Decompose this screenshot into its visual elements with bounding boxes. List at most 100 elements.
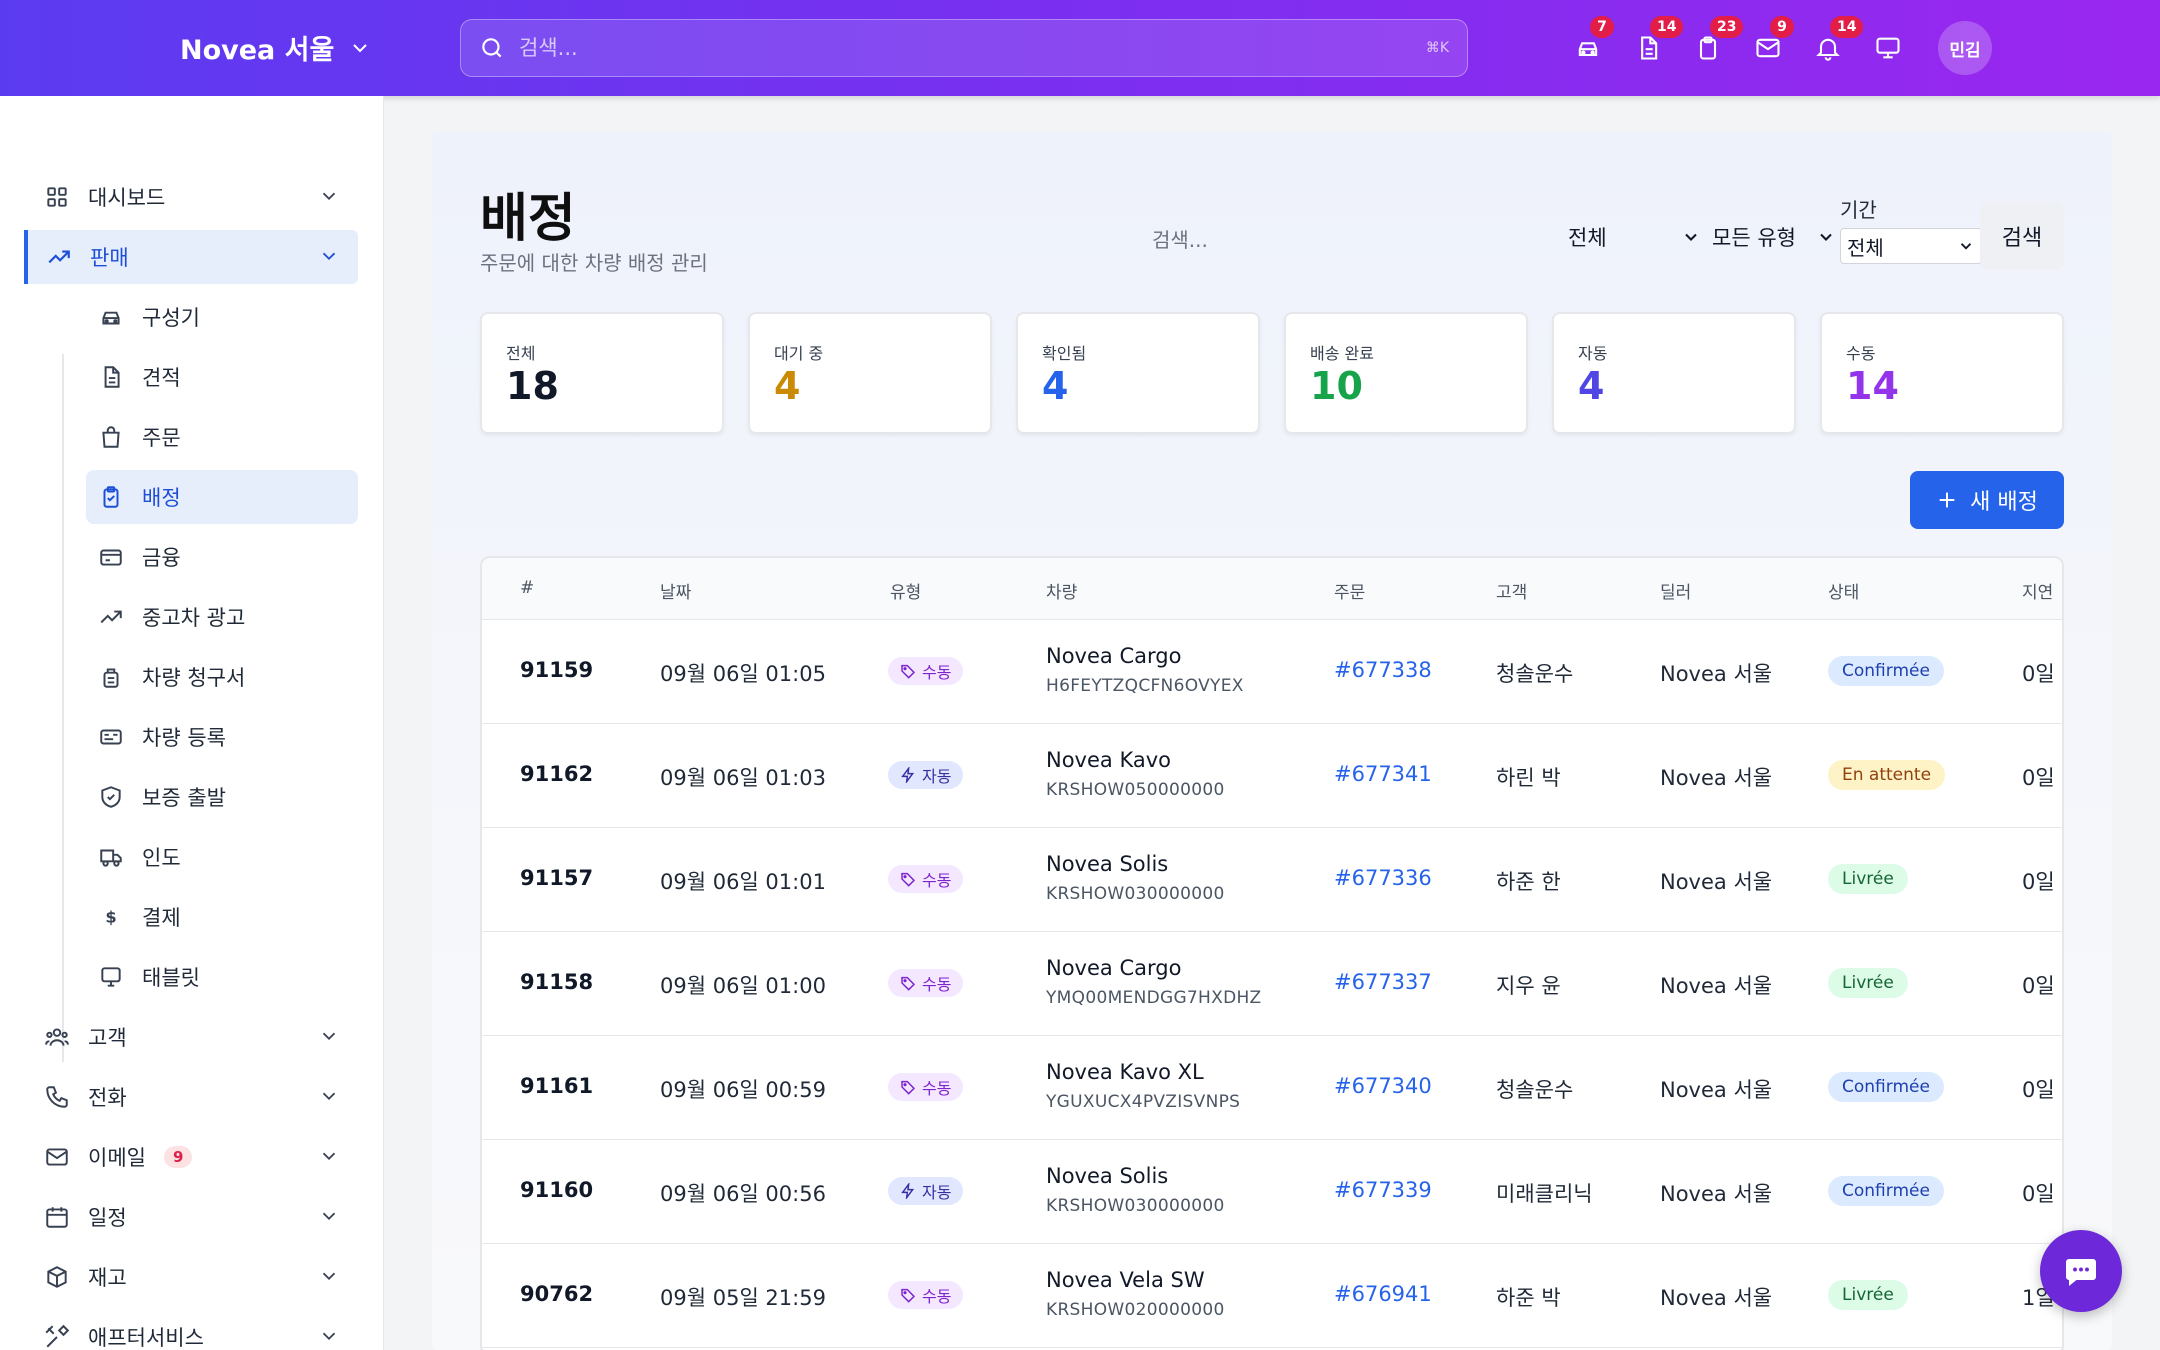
stat-value: 14 — [1846, 364, 1899, 408]
order-link[interactable]: #677337 — [1334, 970, 1432, 994]
sidebar-subitem[interactable]: 차량 청구서 — [86, 650, 358, 704]
type-badge: 수동 — [888, 1281, 964, 1309]
global-search-input[interactable] — [519, 36, 1412, 60]
calendar-icon — [46, 1207, 68, 1228]
sidebar-subitem[interactable]: $ 결제 — [86, 890, 358, 944]
sidebar-item-inventory[interactable]: 재고 — [24, 1250, 358, 1304]
vehicle-name: Novea Solis — [1046, 1164, 1169, 1188]
assignment-id: 91159 — [520, 658, 594, 682]
sidebar-subitem[interactable]: 금융 — [86, 530, 358, 584]
column-header[interactable]: 유형 — [890, 578, 921, 603]
table-row[interactable]: 91158 09월 06일 01:00 수동 Novea Cargo YMQ00MEND… — [482, 932, 2062, 1036]
assignment-date: 09월 06일 00:56 — [660, 1182, 826, 1206]
sidebar-item-label: 애프터서비스 — [88, 1326, 204, 1350]
sidebar-subitem[interactable]: 태블릿 — [86, 950, 358, 1004]
sidebar-subitem-label: 태블릿 — [142, 966, 200, 990]
notification-badge: 14 — [1650, 16, 1684, 38]
sidebar-subitem[interactable]: 주문 — [86, 410, 358, 464]
clipboard-icon — [1699, 36, 1717, 60]
dealer-switcher[interactable]: Novea 서울 — [180, 28, 372, 67]
period-select[interactable]: 전체 — [1840, 228, 1982, 264]
order-link[interactable]: #677340 — [1334, 1074, 1432, 1098]
column-header[interactable]: # — [520, 578, 534, 598]
table-row[interactable]: 91159 09월 06일 01:05 수동 Novea Cargo H6FEYTZQC… — [482, 620, 2062, 724]
assignment-id: 90762 — [520, 1282, 594, 1306]
column-header[interactable]: 상태 — [1828, 578, 1859, 603]
type-label: 자동 — [922, 767, 952, 786]
stat-card: 대기 중4 — [748, 312, 992, 434]
sidebar-item-sales[interactable]: 판매 — [24, 230, 358, 284]
bell-icon — [1816, 38, 1840, 61]
column-header[interactable]: 날짜 — [660, 578, 691, 603]
search-button[interactable]: 검색 — [1980, 203, 2064, 269]
document-notifications-button[interactable]: 14 — [1630, 16, 1684, 72]
chat-button[interactable] — [2040, 1230, 2122, 1312]
order-link[interactable]: #677341 — [1334, 762, 1432, 786]
sidebar-subitem[interactable]: 인도 — [86, 830, 358, 884]
sidebar-subitem-label: 보증 출발 — [142, 786, 226, 810]
sidebar-subitem[interactable]: 중고차 광고 — [86, 590, 358, 644]
table-row[interactable]: 90762 09월 05일 21:59 수동 Novea Vela SW KRSHOW0… — [482, 1244, 2062, 1348]
table-row[interactable]: 91161 09월 06일 00:59 수동 Novea Kavo XL YGUXUCX… — [482, 1036, 2062, 1140]
top-header: Novea 서울 ⌘K 7 14 23 9 14 민김 — [0, 0, 2160, 96]
sidebar-subitem[interactable]: 차량 등록 — [86, 710, 358, 764]
tag-icon — [901, 1288, 916, 1303]
status-filter-select[interactable]: 전체 — [1568, 222, 1701, 252]
column-header[interactable]: 주문 — [1334, 578, 1365, 603]
sidebar-subitem[interactable]: 보증 출발 — [86, 770, 358, 824]
type-label: 자동 — [922, 1183, 952, 1202]
order-link[interactable]: #677336 — [1334, 866, 1432, 890]
type-label: 수동 — [922, 1079, 952, 1098]
status-badge: Confirmée — [1828, 656, 1944, 686]
sidebar-subitem[interactable]: 배정 — [86, 470, 358, 524]
bell-notifications-button[interactable]: 14 — [1810, 16, 1864, 72]
clipboard-check-icon — [103, 486, 119, 508]
stat-label: 전체 — [506, 344, 536, 363]
column-header[interactable]: 지연 — [2022, 578, 2053, 603]
sidebar-item-label: 이메일 — [88, 1146, 146, 1170]
order-link[interactable]: #677339 — [1334, 1178, 1432, 1202]
sidebar-item-schedule[interactable]: 일정 — [24, 1190, 358, 1244]
type-badge: 수동 — [888, 865, 964, 893]
sidebar-item-email[interactable]: 이메일 9 — [24, 1130, 358, 1184]
assignment-id: 91158 — [520, 970, 594, 994]
column-header[interactable]: 딜러 — [1660, 578, 1691, 603]
mail-notifications-button[interactable]: 9 — [1750, 16, 1794, 72]
table-row[interactable]: 91160 09월 06일 00:56 자동 Novea Solis KRSHOW030… — [482, 1140, 2062, 1244]
monitor-notifications-button[interactable] — [1870, 24, 1906, 72]
assignment-id: 91160 — [520, 1178, 594, 1202]
table-row[interactable]: 91157 09월 06일 01:01 수동 Novea Solis KRSHOW030… — [482, 828, 2062, 932]
sidebar-item-phone[interactable]: 전화 — [24, 1070, 358, 1124]
page-title: 배정 — [480, 189, 576, 249]
column-header[interactable]: 차량 — [1046, 578, 1077, 603]
status-badge: Livrée — [1828, 968, 1908, 998]
search-shortcut: ⌘K — [1425, 40, 1449, 56]
type-filter-select[interactable]: 모든 유형 — [1712, 222, 1836, 252]
user-avatar[interactable]: 민김 — [1938, 21, 1992, 75]
filter-search-input[interactable] — [1140, 220, 1460, 260]
clipboard-notifications-button[interactable]: 23 — [1690, 16, 1744, 72]
order-link[interactable]: #677338 — [1334, 658, 1432, 682]
column-header[interactable]: 고객 — [1496, 578, 1527, 603]
chevron-down-icon — [322, 1152, 336, 1161]
sidebar-item-customers[interactable]: 고객 — [24, 1010, 358, 1064]
sidebar-item-after-service[interactable]: 애프터서비스 — [24, 1310, 358, 1350]
table-row[interactable]: 91162 09월 06일 01:03 자동 Novea Kavo KRSHOW0500… — [482, 724, 2062, 828]
sidebar-item-dashboard[interactable]: 대시보드 — [24, 170, 358, 224]
new-assignment-button[interactable]: 새 배정 — [1910, 471, 2064, 529]
car-notifications-button[interactable]: 7 — [1570, 16, 1614, 72]
stat-card: 수동 14 — [1820, 312, 2064, 434]
order-link[interactable]: #676941 — [1334, 1282, 1432, 1306]
notification-badge: 9 — [1770, 16, 1794, 38]
global-search[interactable]: ⌘K — [460, 19, 1468, 77]
sidebar-subitem-label: 차량 청구서 — [142, 666, 246, 690]
sidebar-item-label: 대시보드 — [88, 186, 166, 210]
credit-card-icon — [100, 549, 122, 566]
stat-value: 18 — [506, 364, 559, 408]
vehicle-name: Novea Solis — [1046, 852, 1169, 876]
document-icon — [1641, 36, 1658, 60]
sidebar-subitem[interactable]: 구성기 — [86, 290, 358, 344]
type-filter-value: 모든 유형 — [1712, 226, 1796, 250]
customer-name: 청솔운수 — [1496, 1078, 1574, 1102]
sidebar-subitem[interactable]: 견적 — [86, 350, 358, 404]
